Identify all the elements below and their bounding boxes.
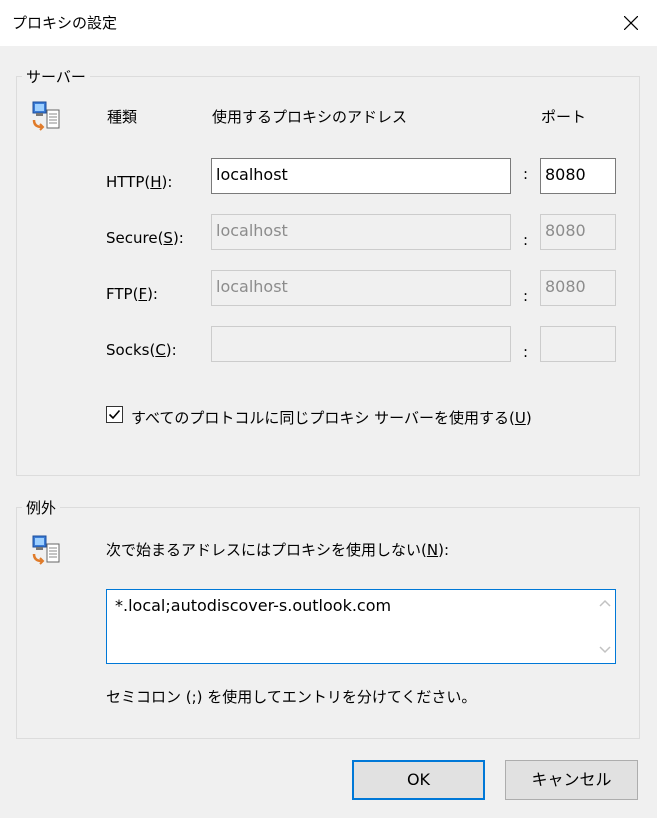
address-column-header: 使用するプロキシのアドレス: [212, 108, 408, 126]
ftp-label: FTP(F):: [106, 285, 158, 303]
exceptions-prompt: 次で始まるアドレスにはプロキシを使用しない(N):: [106, 541, 449, 559]
close-button[interactable]: [610, 6, 652, 40]
title-bar: プロキシの設定: [0, 0, 657, 46]
http-address-input[interactable]: localhost: [211, 158, 511, 194]
close-icon: [624, 16, 638, 30]
secure-label: Secure(S):: [106, 229, 184, 247]
secure-colon: :: [523, 231, 529, 249]
proxy-server-icon: [32, 101, 60, 131]
scroll-down-arrow-icon[interactable]: [596, 640, 614, 658]
ftp-address-input[interactable]: localhost: [211, 270, 511, 306]
http-colon: :: [523, 165, 529, 183]
exceptions-group-label: 例外: [22, 497, 61, 518]
proxy-exceptions-icon: [32, 535, 60, 565]
exceptions-value: *.local;autodiscover-s.outlook.com: [115, 596, 392, 615]
exceptions-textarea[interactable]: *.local;autodiscover-s.outlook.com: [106, 589, 616, 664]
socks-colon: :: [523, 343, 529, 361]
socks-address-input[interactable]: [211, 326, 511, 362]
ok-button[interactable]: OK: [352, 760, 485, 800]
http-port-input[interactable]: 8080: [540, 158, 616, 194]
scroll-up-arrow-icon[interactable]: [596, 595, 614, 613]
cancel-button[interactable]: キャンセル: [505, 760, 638, 800]
ftp-colon: :: [523, 287, 529, 305]
port-column-header: ポート: [541, 108, 587, 126]
socks-label: Socks(C):: [106, 341, 177, 359]
window-title: プロキシの設定: [12, 14, 118, 32]
servers-group-label: サーバー: [22, 66, 90, 87]
http-label: HTTP(H):: [106, 173, 173, 191]
socks-port-input[interactable]: [540, 326, 616, 362]
same-proxy-checkbox[interactable]: [106, 406, 123, 423]
checkmark-icon: [108, 409, 121, 420]
secure-port-input[interactable]: 8080: [540, 214, 616, 250]
exceptions-hint: セミコロン (;) を使用してエントリを分けてください。: [106, 688, 477, 706]
secure-address-input[interactable]: localhost: [211, 214, 511, 250]
ftp-port-input[interactable]: 8080: [540, 270, 616, 306]
type-column-header: 種類: [107, 108, 138, 126]
same-proxy-label[interactable]: すべてのプロトコルに同じプロキシ サーバーを使用する(U): [131, 407, 532, 428]
